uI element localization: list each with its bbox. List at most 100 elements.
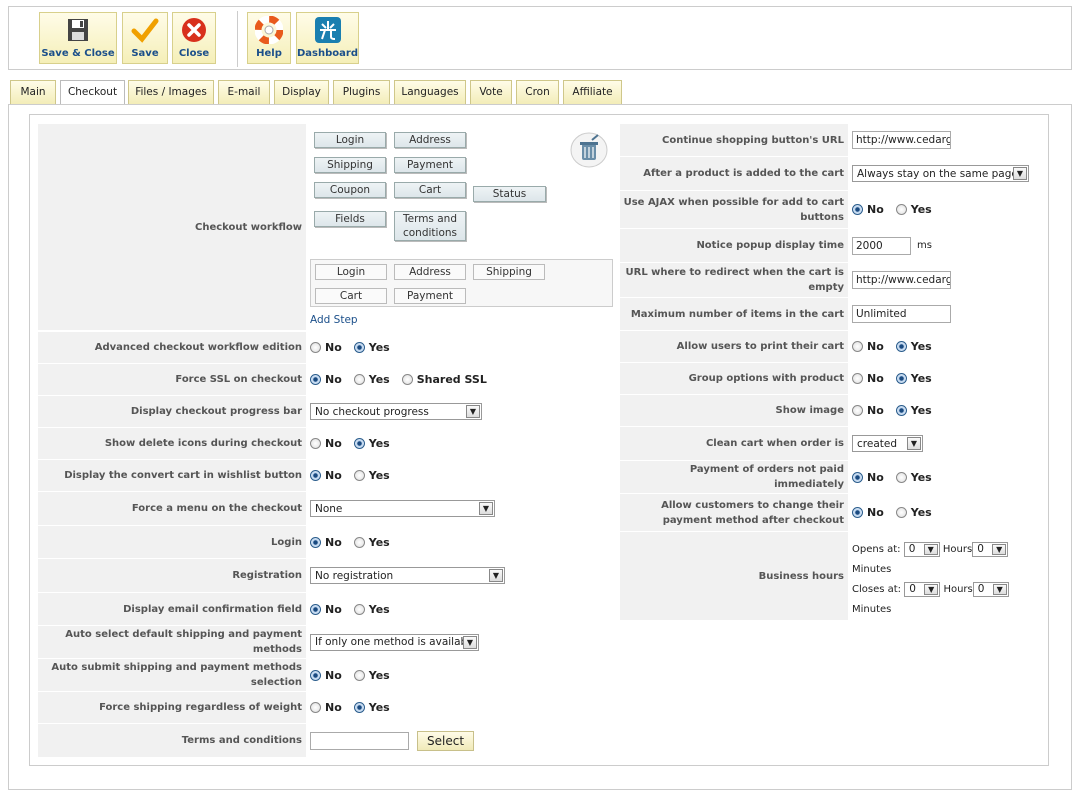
change-payment-radio: No Yes [848, 494, 944, 531]
workflow-status-button[interactable]: Status [473, 186, 546, 202]
closes-hours-select[interactable]: 0 ▼ [904, 581, 941, 597]
ms-label: ms [917, 240, 932, 251]
trash-icon[interactable] [570, 132, 608, 168]
radio-no[interactable] [852, 204, 863, 215]
closes-minutes-select[interactable]: 0 ▼ [972, 581, 1009, 597]
radio-yes[interactable] [895, 204, 907, 215]
chevron-down-icon: ▼ [463, 635, 477, 649]
step-login[interactable]: Login [315, 264, 387, 280]
tab-vote[interactable]: Vote [470, 80, 512, 104]
redirect-url-input[interactable]: http://www.cedargat [852, 271, 951, 289]
radio-shared-ssl[interactable] [401, 374, 413, 385]
delete-icons-radio: No Yes [306, 428, 402, 459]
row-redirect-url: URL where to redirect when the cart is e… [620, 263, 1040, 298]
opens-minutes-select[interactable]: 0 ▼ [972, 541, 1009, 557]
step-address[interactable]: Address [394, 264, 466, 280]
clean-cart-select[interactable]: created ▼ [852, 435, 923, 452]
radio-no[interactable] [310, 536, 321, 548]
close-button[interactable]: Close [172, 12, 216, 64]
workflow-address-button[interactable]: Address [394, 132, 466, 148]
radio-no[interactable] [852, 405, 863, 416]
row-email-confirmation: Display email confirmation field No Yes [38, 593, 614, 626]
workflow-shipping-button[interactable]: Shipping [314, 157, 386, 173]
workflow-fields-button[interactable]: Fields [314, 211, 386, 227]
tab-languages[interactable]: Languages [394, 80, 466, 104]
dashboard-button[interactable]: Dashboard [296, 12, 359, 64]
row-login: Login No Yes [38, 526, 614, 559]
radio-yes[interactable] [353, 374, 365, 385]
continue-url-input[interactable]: http://www.cedargat [852, 131, 951, 149]
progress-bar-select[interactable]: No checkout progress ▼ [310, 403, 482, 420]
row-after-add: After a product is added to the cart Alw… [620, 157, 1040, 191]
step-shipping[interactable]: Shipping [473, 264, 545, 280]
row-business-hours: Business hours Opens at: 0 ▼ Hours 0 ▼ Minu… [620, 532, 1040, 621]
tab-plugins[interactable]: Plugins [333, 80, 390, 104]
workflow-payment-button[interactable]: Payment [394, 157, 466, 173]
radio-no[interactable] [852, 373, 863, 384]
tab-main[interactable]: Main [10, 80, 56, 104]
workflow-terms-button[interactable]: Terms and conditions [394, 211, 466, 241]
workflow-login-button[interactable]: Login [314, 132, 386, 148]
registration-select[interactable]: No registration ▼ [310, 567, 505, 584]
chevron-down-icon: ▼ [907, 437, 921, 450]
label-terms: Terms and conditions [38, 724, 306, 757]
notice-time-input[interactable]: 2000 [852, 236, 911, 255]
force-menu-select[interactable]: None ▼ [310, 500, 495, 517]
label-auto-select: Auto select default shipping and payment… [38, 626, 306, 658]
radio-yes[interactable] [353, 342, 365, 353]
radio-yes[interactable] [895, 341, 907, 352]
label-force-ssl: Force SSL on checkout [38, 364, 306, 395]
tab-files-images[interactable]: Files / Images [128, 80, 214, 104]
tab-display[interactable]: Display [274, 80, 329, 104]
after-add-select[interactable]: Always stay on the same page ▼ [852, 165, 1029, 182]
radio-yes[interactable] [353, 470, 365, 481]
save-close-button[interactable]: Save & Close [39, 12, 117, 64]
radio-no[interactable] [310, 702, 321, 713]
opens-hours-select[interactable]: 0 ▼ [903, 541, 940, 557]
radio-yes[interactable] [353, 438, 365, 449]
auto-select-select[interactable]: If only one method is available ▼ [310, 633, 479, 651]
tab-cron[interactable]: Cron [516, 80, 559, 104]
radio-yes[interactable] [895, 373, 907, 384]
row-auto-select: Auto select default shipping and payment… [38, 626, 614, 659]
max-items-input[interactable]: Unlimited [852, 305, 951, 323]
terms-input[interactable] [310, 731, 409, 750]
print-cart-radio: No Yes [848, 331, 944, 362]
radio-yes[interactable] [353, 603, 365, 615]
radio-yes[interactable] [895, 471, 907, 483]
row-group-options: Group options with product No Yes [620, 363, 1040, 395]
workflow-coupon-button[interactable]: Coupon [314, 182, 386, 198]
radio-no[interactable] [310, 470, 321, 481]
radio-yes[interactable] [895, 405, 907, 416]
radio-yes[interactable] [353, 669, 365, 681]
radio-yes[interactable] [353, 702, 365, 713]
step-payment[interactable]: Payment [394, 288, 466, 304]
radio-no[interactable] [852, 507, 863, 518]
radio-no[interactable] [310, 374, 321, 385]
label-delete-icons: Show delete icons during checkout [38, 428, 306, 459]
force-shipping-radio: No Yes [306, 692, 402, 723]
radio-no[interactable] [310, 342, 321, 353]
step-cart[interactable]: Cart [315, 288, 387, 304]
radio-no[interactable] [310, 438, 321, 449]
radio-no[interactable] [852, 341, 863, 352]
save-button[interactable]: Save [122, 12, 168, 64]
radio-no[interactable] [852, 471, 863, 483]
advanced-workflow-radio: No Yes [306, 332, 402, 363]
tab-affiliate[interactable]: Affiliate [563, 80, 622, 104]
row-print-cart: Allow users to print their cart No Yes [620, 331, 1040, 363]
add-step-link[interactable]: Add Step [310, 314, 358, 326]
tab-checkout[interactable]: Checkout [60, 80, 125, 105]
radio-yes[interactable] [353, 536, 365, 548]
row-advanced-workflow: Advanced checkout workflow edition No Ye… [38, 332, 614, 364]
select-button[interactable]: Select [417, 730, 475, 751]
radio-yes[interactable] [895, 507, 907, 518]
label-business-hours: Business hours [620, 532, 848, 620]
label-after-add: After a product is added to the cart [620, 157, 848, 190]
tab-email[interactable]: E-mail [218, 80, 270, 104]
row-force-shipping: Force shipping regardless of weight No Y… [38, 692, 614, 724]
radio-no[interactable] [310, 669, 321, 681]
workflow-cart-button[interactable]: Cart [394, 182, 466, 198]
help-button[interactable]: Help [247, 12, 291, 64]
radio-no[interactable] [310, 603, 321, 615]
